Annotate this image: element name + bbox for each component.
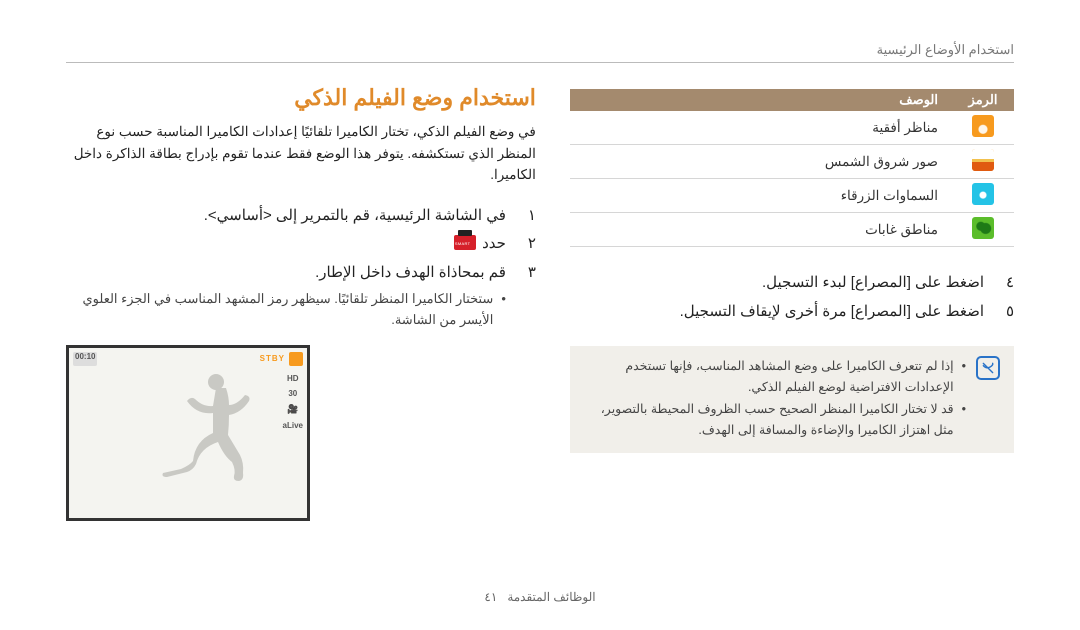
bullet-icon: • [962,356,966,399]
step-text: قم بمحاذاة الهدف داخل الإطار. [66,259,506,288]
camera-side-badges: HD 30 🎥 aLive [283,374,303,430]
stby-label: STBY [260,354,285,363]
header-breadcrumb: استخدام الأوضاع الرئيسية [66,42,1014,63]
step-number: ٣ [520,259,536,288]
th-icon: الرمز [952,89,1014,111]
step-number: ٥ [998,298,1014,327]
note-box: •إذا لم تتعرف الكاميرا على وضع المشاهد ا… [570,346,1014,453]
page-footer: الوظائف المتقدمة ٤١ [0,590,1080,604]
camera-preview: STBY 00:10 HD 30 🎥 aLive [66,345,310,521]
note-item: قد لا تختار الكاميرا المنظر الصحيح حسب ا… [584,399,954,442]
th-desc: الوصف [570,89,952,111]
step-text: اضغط على [المصراع] لبدء التسجيل. [762,269,984,298]
steps-list: ١ في الشاشة الرئيسية، قم بالتمرير إلى <أ… [66,202,536,331]
forest-icon [972,217,994,239]
row-desc: مناطق غابات [570,213,952,247]
landscape-icon [972,115,994,137]
counter-label: 00:10 [73,352,97,366]
sub-step-text: ستختار الكاميرا المنظر تلقائيًا. سيظهر ر… [66,289,493,331]
sunrise-icon [972,149,994,171]
smart-mode-icon [454,235,476,250]
footer-section: الوظائف المتقدمة [507,590,595,604]
dancer-silhouette-icon [150,368,270,508]
step-text-inner: حدد [482,235,506,252]
alive-badge: aLive [283,421,303,430]
bluesky-icon [972,183,994,205]
icon-table: الرمز الوصف مناظر أفقية صور شروق الشمس [570,89,1014,247]
step-number: ٤ [998,269,1014,298]
row-desc: مناظر أفقية [570,111,952,145]
hd-badge: HD [287,374,299,383]
bullet-icon: • [962,399,966,442]
stby-indicator: STBY [260,352,303,366]
step-text: حدد [66,230,506,259]
bullet-icon: • [501,289,506,331]
footer-page-number: ٤١ [484,590,497,604]
note-icon [976,356,1000,380]
step-number: ٢ [520,230,536,259]
intro-paragraph: في وضع الفيلم الذكي، تختار الكاميرا تلقا… [66,121,536,186]
row-desc: السماوات الزرقاء [570,179,952,213]
steps-list-continued: ٤ اضغط على [المصراع] لبدء التسجيل. ٥ اضغ… [570,269,1014,326]
scene-icon [289,352,303,366]
step-text: اضغط على [المصراع] مرة أخرى لإيقاف التسج… [680,298,984,327]
row-desc: صور شروق الشمس [570,145,952,179]
page-title: استخدام وضع الفيلم الذكي [66,85,536,111]
fps-badge: 30 [288,389,297,398]
note-item: إذا لم تتعرف الكاميرا على وضع المشاهد ال… [584,356,954,399]
step-number: ١ [520,202,536,231]
step-text: في الشاشة الرئيسية، قم بالتمرير إلى <أسا… [66,202,506,231]
